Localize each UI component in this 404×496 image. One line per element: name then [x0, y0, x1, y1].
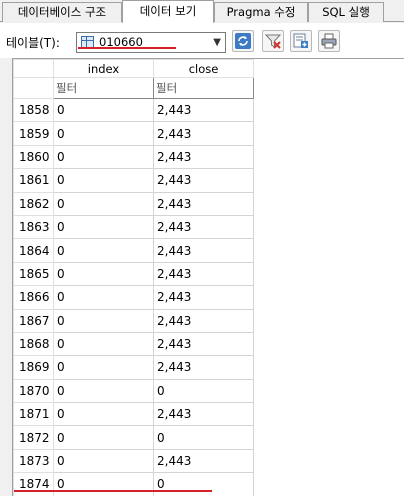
table-select[interactable]: 010660 ▼	[76, 32, 226, 53]
cell-close[interactable]: 2,443	[153, 355, 254, 380]
cell-close[interactable]: 2,443	[153, 97, 254, 123]
cell-close[interactable]: 2,443	[153, 448, 254, 474]
row-number[interactable]: 1870	[13, 378, 54, 404]
table-row[interactable]: 1862 0 2,443	[13, 191, 254, 216]
cell-close[interactable]: 2,443	[153, 238, 254, 263]
tab-bar: 데이터베이스 구조 데이터 보기 Pragma 수정 SQL 실행	[0, 0, 404, 23]
table-row[interactable]: 1864 0 2,443	[13, 238, 254, 263]
refresh-button[interactable]	[232, 30, 254, 52]
row-number[interactable]: 1860	[13, 144, 54, 170]
cell-close[interactable]: 2,443	[153, 191, 254, 216]
cell-index[interactable]: 0	[53, 238, 154, 263]
print-icon	[321, 33, 337, 49]
cell-close[interactable]: 2,443	[153, 331, 254, 357]
table-row[interactable]: 1865 0 2,443	[13, 261, 254, 287]
cell-index[interactable]: 0	[53, 261, 154, 287]
table-row[interactable]: 1871 0 2,443	[13, 402, 254, 427]
row-number[interactable]: 1867	[13, 308, 54, 333]
column-header-index[interactable]: index	[53, 59, 154, 78]
table-row[interactable]: 1866 0 2,443	[13, 285, 254, 310]
cell-close[interactable]: 2,443	[153, 261, 254, 287]
data-grid[interactable]: index close 필터 필터 1858 0 2,443 1859 0 2,443 18…	[12, 58, 404, 496]
tab-execute-sql[interactable]: SQL 실행	[308, 2, 384, 22]
cell-index[interactable]: 0	[53, 308, 154, 333]
row-number[interactable]: 1859	[13, 121, 54, 146]
row-number[interactable]: 1863	[13, 214, 54, 240]
new-record-button[interactable]	[290, 30, 312, 52]
cell-index[interactable]: 0	[53, 402, 154, 427]
cell-index[interactable]: 0	[53, 97, 154, 123]
cell-index[interactable]: 0	[53, 472, 154, 496]
table-label: 테이블(T):	[6, 36, 60, 50]
filter-input-close[interactable]: 필터	[153, 77, 254, 99]
filter-input-index[interactable]: 필터	[53, 77, 154, 99]
chevron-down-icon: ▼	[213, 37, 221, 48]
table-row[interactable]: 1872 0 0	[13, 425, 254, 450]
tab-edit-pragmas[interactable]: Pragma 수정	[214, 2, 308, 22]
row-number[interactable]: 1862	[13, 191, 54, 216]
column-header-close[interactable]: close	[153, 59, 254, 78]
row-number[interactable]: 1861	[13, 168, 54, 193]
cell-close[interactable]: 2,443	[153, 168, 254, 193]
row-number[interactable]: 1869	[13, 355, 54, 380]
tab-browse-data[interactable]: 데이터 보기	[122, 0, 214, 23]
clear-filter-button[interactable]	[262, 30, 284, 52]
cell-close[interactable]: 2,443	[153, 214, 254, 240]
cell-index[interactable]: 0	[53, 285, 154, 310]
table-row[interactable]: 1873 0 2,443	[13, 448, 254, 474]
header-corner[interactable]	[13, 59, 54, 78]
new-record-icon	[293, 33, 308, 48]
cell-index[interactable]: 0	[53, 144, 154, 170]
cell-index[interactable]: 0	[53, 448, 154, 474]
table-row[interactable]: 1858 0 2,443	[13, 97, 254, 123]
table-row[interactable]: 1867 0 2,443	[13, 308, 254, 333]
cell-close[interactable]: 2,443	[153, 285, 254, 310]
cell-close[interactable]: 0	[153, 472, 254, 496]
data-table: index close 필터 필터 1858 0 2,443 1859 0 2,443 18…	[13, 59, 254, 496]
cell-close[interactable]: 2,443	[153, 144, 254, 170]
cell-index[interactable]: 0	[53, 355, 154, 380]
row-number[interactable]: 1872	[13, 425, 54, 450]
cell-close[interactable]: 0	[153, 425, 254, 450]
row-number[interactable]: 1868	[13, 331, 54, 357]
cell-index[interactable]: 0	[53, 168, 154, 193]
row-number[interactable]: 1858	[13, 97, 54, 123]
cell-index[interactable]: 0	[53, 378, 154, 404]
grid-body: 1858 0 2,443 1859 0 2,443 1860 0 2,443 1861 0 2,443…	[13, 97, 254, 496]
cell-index[interactable]: 0	[53, 121, 154, 146]
table-row[interactable]: 1874 0 0	[13, 472, 254, 496]
row-number[interactable]: 1865	[13, 261, 54, 287]
browse-toolbar: 테이블(T): 010660 ▼	[0, 23, 404, 58]
row-number[interactable]: 1874	[13, 472, 54, 496]
tab-database-structure[interactable]: 데이터베이스 구조	[2, 2, 122, 22]
cell-index[interactable]: 0	[53, 425, 154, 450]
cell-index[interactable]: 0	[53, 331, 154, 357]
table-row[interactable]: 1869 0 2,443	[13, 355, 254, 380]
row-number[interactable]: 1864	[13, 238, 54, 263]
table-select-value: 010660	[99, 35, 143, 49]
cell-close[interactable]: 2,443	[153, 121, 254, 146]
cell-close[interactable]: 0	[153, 378, 254, 404]
table-row[interactable]: 1860 0 2,443	[13, 144, 254, 170]
table-row[interactable]: 1870 0 0	[13, 378, 254, 404]
row-number[interactable]: 1873	[13, 448, 54, 474]
cell-close[interactable]: 2,443	[153, 308, 254, 333]
clear-filter-icon	[265, 34, 281, 49]
filter-row: 필터 필터	[13, 77, 254, 99]
print-button[interactable]	[318, 30, 340, 52]
row-number[interactable]: 1866	[13, 285, 54, 310]
table-row[interactable]: 1868 0 2,443	[13, 331, 254, 357]
table-row[interactable]: 1863 0 2,443	[13, 214, 254, 240]
row-number[interactable]: 1871	[13, 402, 54, 427]
cell-index[interactable]: 0	[53, 191, 154, 216]
cell-index[interactable]: 0	[53, 214, 154, 240]
table-row[interactable]: 1861 0 2,443	[13, 168, 254, 193]
last-row-highlight	[14, 490, 212, 492]
refresh-icon	[235, 33, 251, 49]
table-select-highlight	[78, 47, 176, 49]
header-row: index close	[13, 59, 254, 78]
cell-close[interactable]: 2,443	[153, 402, 254, 427]
filter-corner	[13, 77, 54, 99]
table-row[interactable]: 1859 0 2,443	[13, 121, 254, 146]
